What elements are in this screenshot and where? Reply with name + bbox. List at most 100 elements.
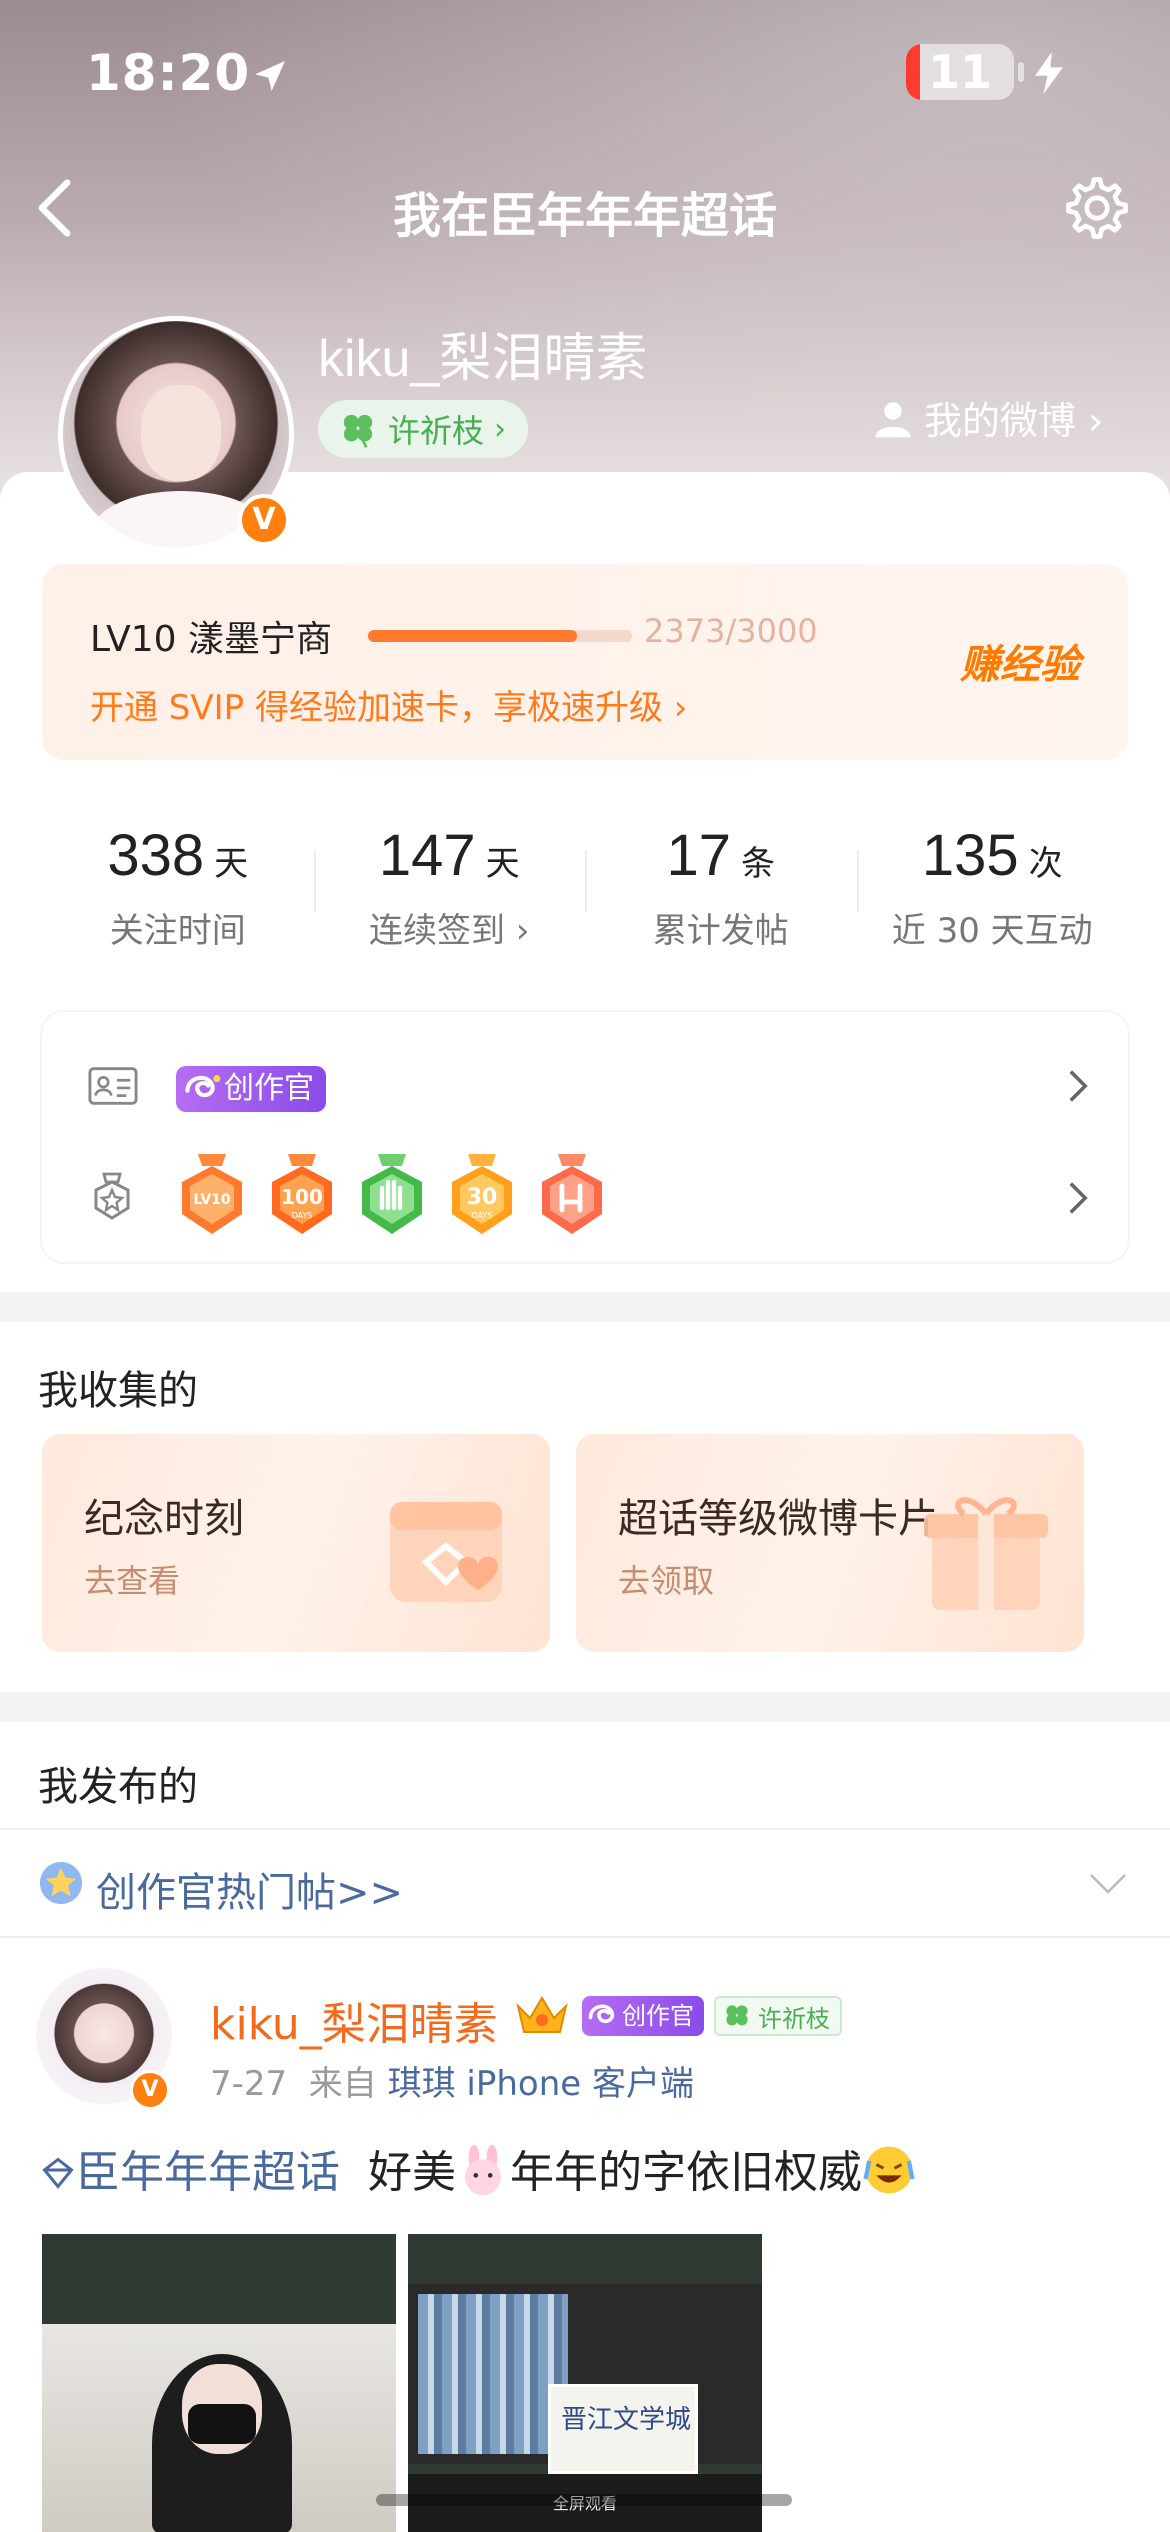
- stat-unit: 天: [485, 844, 520, 884]
- 100-days-medal-label: DAYS: [292, 1211, 313, 1220]
- 30-days-medal-label: DAYS: [472, 1211, 493, 1220]
- battery-level: 11: [927, 45, 992, 99]
- lv10-medal-text: LV10: [193, 1192, 231, 1208]
- post-meta: 7-27 来自 琪琪 iPhone 客户端: [210, 2056, 694, 2105]
- level-name: LV10 漾墨宁商: [90, 619, 332, 660]
- post-creator-label: 创作官: [622, 2002, 694, 2030]
- medals-row[interactable]: LV10 100 DAYS 30 DAYS: [42, 1140, 1128, 1250]
- post-text: 臣年年年超话 好美 年年的字依旧权威: [40, 2136, 916, 2200]
- stat-label: 连续签到 ›: [369, 911, 530, 951]
- id-card-icon: [88, 1067, 138, 1105]
- chevron-right-icon: [1069, 1182, 1088, 1214]
- page-title: 我在臣年年年超话: [392, 188, 777, 244]
- chevron-right-icon: [1069, 1070, 1088, 1102]
- creator-badge: 创作官: [176, 1066, 326, 1112]
- post-image-2[interactable]: 晋江文学城 全屏观看: [408, 2234, 762, 2532]
- creator-badge-label: 创作官: [224, 1071, 314, 1106]
- level-progress-bar: [368, 630, 632, 642]
- gear-icon[interactable]: [1058, 172, 1130, 244]
- profile-card: LV10 漾墨宁商 2373/3000 开通 SVIP 得经验加速卡，享极速升级…: [0, 472, 1170, 1292]
- badges-panel: 创作官 LV10 100 DAYS 30 DAYS: [42, 1012, 1128, 1262]
- level-panel[interactable]: LV10 漾墨宁商 2373/3000 开通 SVIP 得经验加速卡，享极速升级…: [42, 564, 1128, 760]
- stat-posts: 17 条 累计发帖: [585, 790, 857, 960]
- creator-swirl-icon: [588, 2004, 615, 2024]
- post-date: 7-27: [210, 2064, 288, 2104]
- stat-interactions: 135 次 近 30 天互动: [856, 790, 1129, 960]
- card-title: 纪念时刻: [84, 1496, 244, 1542]
- post-from: 来自: [308, 2064, 377, 2104]
- home-indicator[interactable]: [376, 2494, 792, 2506]
- post-text-a: 好美: [367, 2147, 456, 2198]
- stat-unit: 天: [214, 844, 249, 884]
- card-action: 去查看: [84, 1562, 181, 1600]
- stat-number: 135: [921, 823, 1019, 888]
- post-text-b: 年年的字依旧权威: [509, 2147, 862, 2198]
- stat-unit: 条: [741, 844, 775, 884]
- medal-outline-icon: [94, 1172, 130, 1220]
- 30-days-medal-number: 30: [467, 1185, 498, 1210]
- post-image-1[interactable]: [42, 2234, 396, 2532]
- stat-checkin-streak[interactable]: 147 天 连续签到 ›: [313, 790, 586, 960]
- stats-row: 338 天 关注时间 147 天 连续签到 › 17 条 累计发帖 135 次 近 30…: [42, 790, 1128, 960]
- post-creator-badge: 创作官: [582, 1996, 704, 2036]
- stat-number: 17: [666, 823, 731, 888]
- title-badge-chevron: ›: [494, 411, 507, 447]
- clover-icon: [726, 2005, 748, 2026]
- collected-section: 我收集的 纪念时刻 去查看 超话等级微博卡片 去领取: [0, 1322, 1170, 1692]
- earn-exp-button[interactable]: 赚经验: [960, 632, 1080, 690]
- creator-swirl-icon: [185, 1075, 221, 1098]
- rock-hand-medal-icon: [542, 1154, 602, 1234]
- person-icon: [875, 401, 911, 437]
- supertopic-diamond-icon: [42, 2157, 74, 2189]
- location-arrow-icon: [255, 61, 285, 91]
- crying-laugh-emoji-icon: [863, 2146, 915, 2194]
- chevron-down-icon[interactable]: [1088, 1872, 1128, 1896]
- my-weibo-label: 我的微博 ›: [924, 399, 1104, 443]
- hot-posts-row[interactable]: 创作官热门帖>>: [0, 1830, 1170, 1940]
- stat-follow-days: 338 天 关注时间: [42, 790, 314, 960]
- level-weibo-card[interactable]: 超话等级微博卡片 去领取: [576, 1434, 1084, 1652]
- calendar-heart-icon: [390, 1502, 502, 1602]
- sign-text: 晋江文学城: [561, 2405, 692, 2435]
- card-title: 超话等级微博卡片: [618, 1496, 938, 1542]
- 30-days-medal-icon: 30 DAYS: [452, 1154, 512, 1234]
- card-action: 去领取: [618, 1562, 715, 1600]
- stat-label: 近 30 天互动: [891, 911, 1093, 951]
- username: kiku_梨泪晴素: [318, 330, 648, 388]
- my-weibo-link[interactable]: 我的微博 ›: [872, 390, 1103, 445]
- status-time: 18:20: [86, 44, 251, 102]
- lv10-medal-icon: LV10: [182, 1154, 242, 1234]
- stat-label: 累计发帖: [652, 911, 789, 951]
- hand-medal-icon: [362, 1154, 422, 1234]
- collected-title: 我收集的: [38, 1368, 198, 1414]
- 100-days-medal-icon: 100 DAYS: [272, 1154, 332, 1234]
- stat-number: 338: [107, 823, 205, 888]
- clover-icon: [343, 414, 373, 448]
- post-title-badge-label: 许祈枝: [758, 2004, 830, 2033]
- 100-days-medal-number: 100: [281, 1185, 323, 1209]
- stat-label: 关注时间: [109, 911, 246, 951]
- charging-bolt-icon: [1035, 52, 1063, 94]
- pink-bunny-emoji-icon: [464, 2144, 501, 2196]
- identity-row[interactable]: 创作官: [42, 1042, 1128, 1132]
- svip-upgrade-link[interactable]: 开通 SVIP 得经验加速卡，享极速升级 ›: [90, 680, 687, 729]
- topic-link[interactable]: 臣年年年超话: [76, 2147, 340, 2198]
- published-title: 我发布的: [38, 1764, 198, 1810]
- divider: [0, 1936, 1170, 1938]
- post-source[interactable]: 琪琪 iPhone 客户端: [388, 2064, 694, 2104]
- post-username[interactable]: kiku_梨泪晴素: [210, 1988, 498, 2052]
- post-verified-badge: V: [130, 2070, 170, 2110]
- star-badge-icon: [39, 1861, 83, 1905]
- stat-unit: 次: [1028, 844, 1063, 884]
- memorial-moments-card[interactable]: 纪念时刻 去查看: [42, 1434, 550, 1652]
- published-section: 我发布的 创作官热门帖>> V kiku_梨泪晴素 创作官 许祈枝 7-27 来…: [0, 1722, 1170, 2532]
- title-badge-label: 许祈枝: [388, 412, 485, 450]
- title-badge[interactable]: 许祈枝 ›: [318, 400, 529, 458]
- stat-number: 147: [378, 823, 476, 888]
- crown-icon: [516, 1996, 568, 2033]
- battery-cap: [1018, 62, 1024, 82]
- hot-posts-label: 创作官热门帖>>: [96, 1870, 404, 1916]
- verified-badge: V: [238, 494, 290, 546]
- level-progress-text: 2373/3000: [644, 612, 818, 650]
- battery-indicator: 11: [906, 44, 1014, 100]
